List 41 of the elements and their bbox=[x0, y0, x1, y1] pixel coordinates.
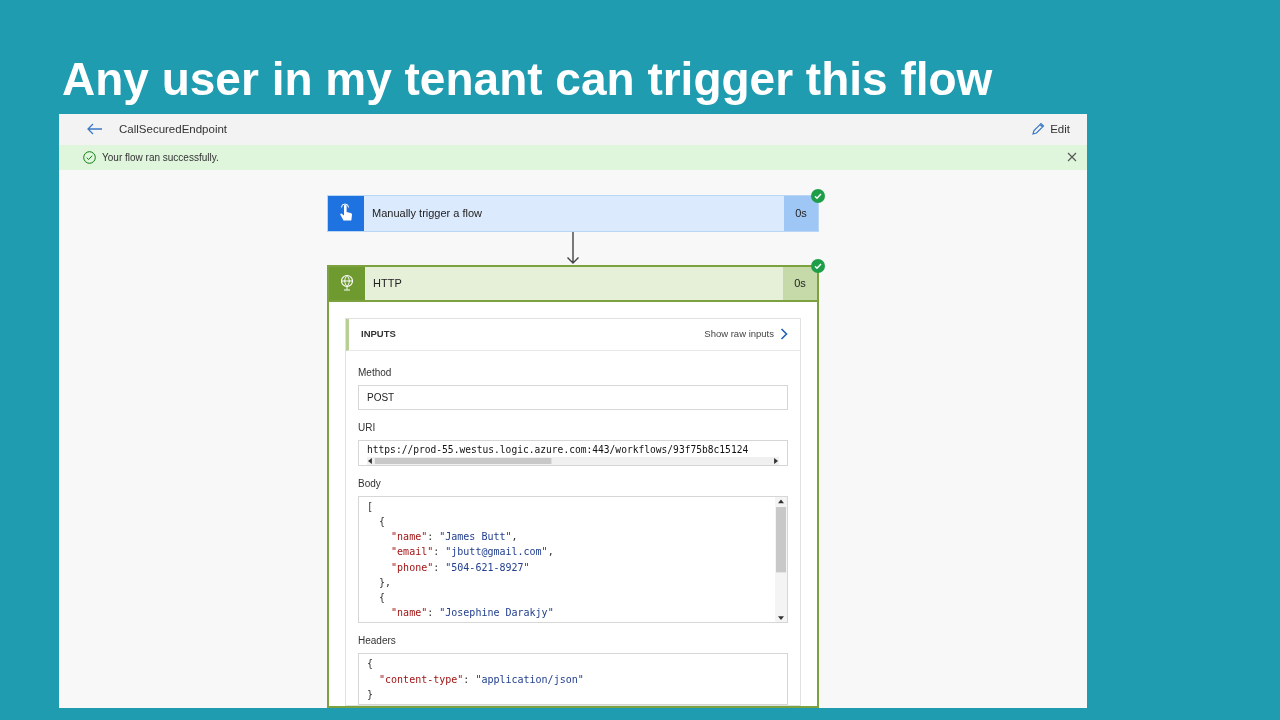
check-circle-icon bbox=[83, 150, 96, 164]
code-line: }, bbox=[378, 575, 393, 590]
code-line: { bbox=[378, 591, 387, 605]
success-message: Your flow ran successfully. bbox=[102, 150, 219, 165]
flow-title: CallSecuredEndpoint bbox=[119, 121, 228, 137]
field-label: Body bbox=[358, 476, 382, 491]
code-field[interactable]: { "content-type": "application/json" } bbox=[358, 653, 788, 705]
code-line: "email": "jbutt@gmail.com", bbox=[390, 545, 555, 560]
slide-title: Any user in my tenant can trigger this flow bbox=[61, 52, 994, 107]
uri-field[interactable]: https://prod-55.westus.logic.azure.com:443/workflows/93f75b8c15124 bbox=[358, 439, 788, 466]
field-label: URI bbox=[358, 420, 377, 435]
code-line: "name": "Josephine Darakjy" bbox=[390, 606, 555, 621]
http-step-header[interactable]: HTTP 0s bbox=[327, 264, 819, 302]
code-line: } bbox=[367, 687, 375, 702]
code-line: [ bbox=[367, 499, 375, 514]
code-line: { bbox=[367, 657, 375, 672]
back-icon[interactable] bbox=[87, 123, 103, 136]
step-title: HTTP bbox=[373, 276, 402, 291]
code-line: "phone": "504-621-8927" bbox=[390, 560, 531, 575]
code-line: "name": "James Butt", bbox=[390, 530, 519, 545]
duration-label: 0s bbox=[784, 195, 818, 231]
vertical-scrollbar[interactable] bbox=[775, 496, 787, 623]
method-field[interactable]: POST bbox=[358, 384, 788, 410]
field-label: Headers bbox=[358, 634, 397, 649]
edit-button[interactable]: Edit bbox=[1049, 119, 1071, 139]
code-field[interactable]: [ { "name": "James Butt", "email": "jbutt@gmail.com", "phone": "504-621-8927" }, { "name": "Josephine Darakjy" bbox=[358, 495, 788, 624]
horizontal-scrollbar[interactable] bbox=[367, 456, 779, 465]
close-icon[interactable] bbox=[1067, 152, 1077, 163]
show-raw-inputs-link[interactable]: Show raw inputs bbox=[704, 327, 788, 342]
step-title: Manually trigger a flow bbox=[372, 206, 483, 221]
code-line: "content-type": "application/json" bbox=[378, 672, 585, 687]
code-line: { bbox=[378, 514, 387, 529]
trigger-step-header[interactable]: Manually trigger a flow 0s bbox=[327, 194, 819, 232]
chevron-right-icon bbox=[780, 328, 788, 341]
flow-arrow bbox=[566, 231, 580, 265]
field-label: Method bbox=[358, 365, 393, 380]
touch-icon bbox=[338, 203, 354, 224]
duration-label: 0s bbox=[783, 266, 817, 300]
globe-icon bbox=[339, 274, 355, 293]
pencil-icon[interactable] bbox=[1031, 122, 1046, 137]
section-title: INPUTS bbox=[361, 327, 396, 342]
